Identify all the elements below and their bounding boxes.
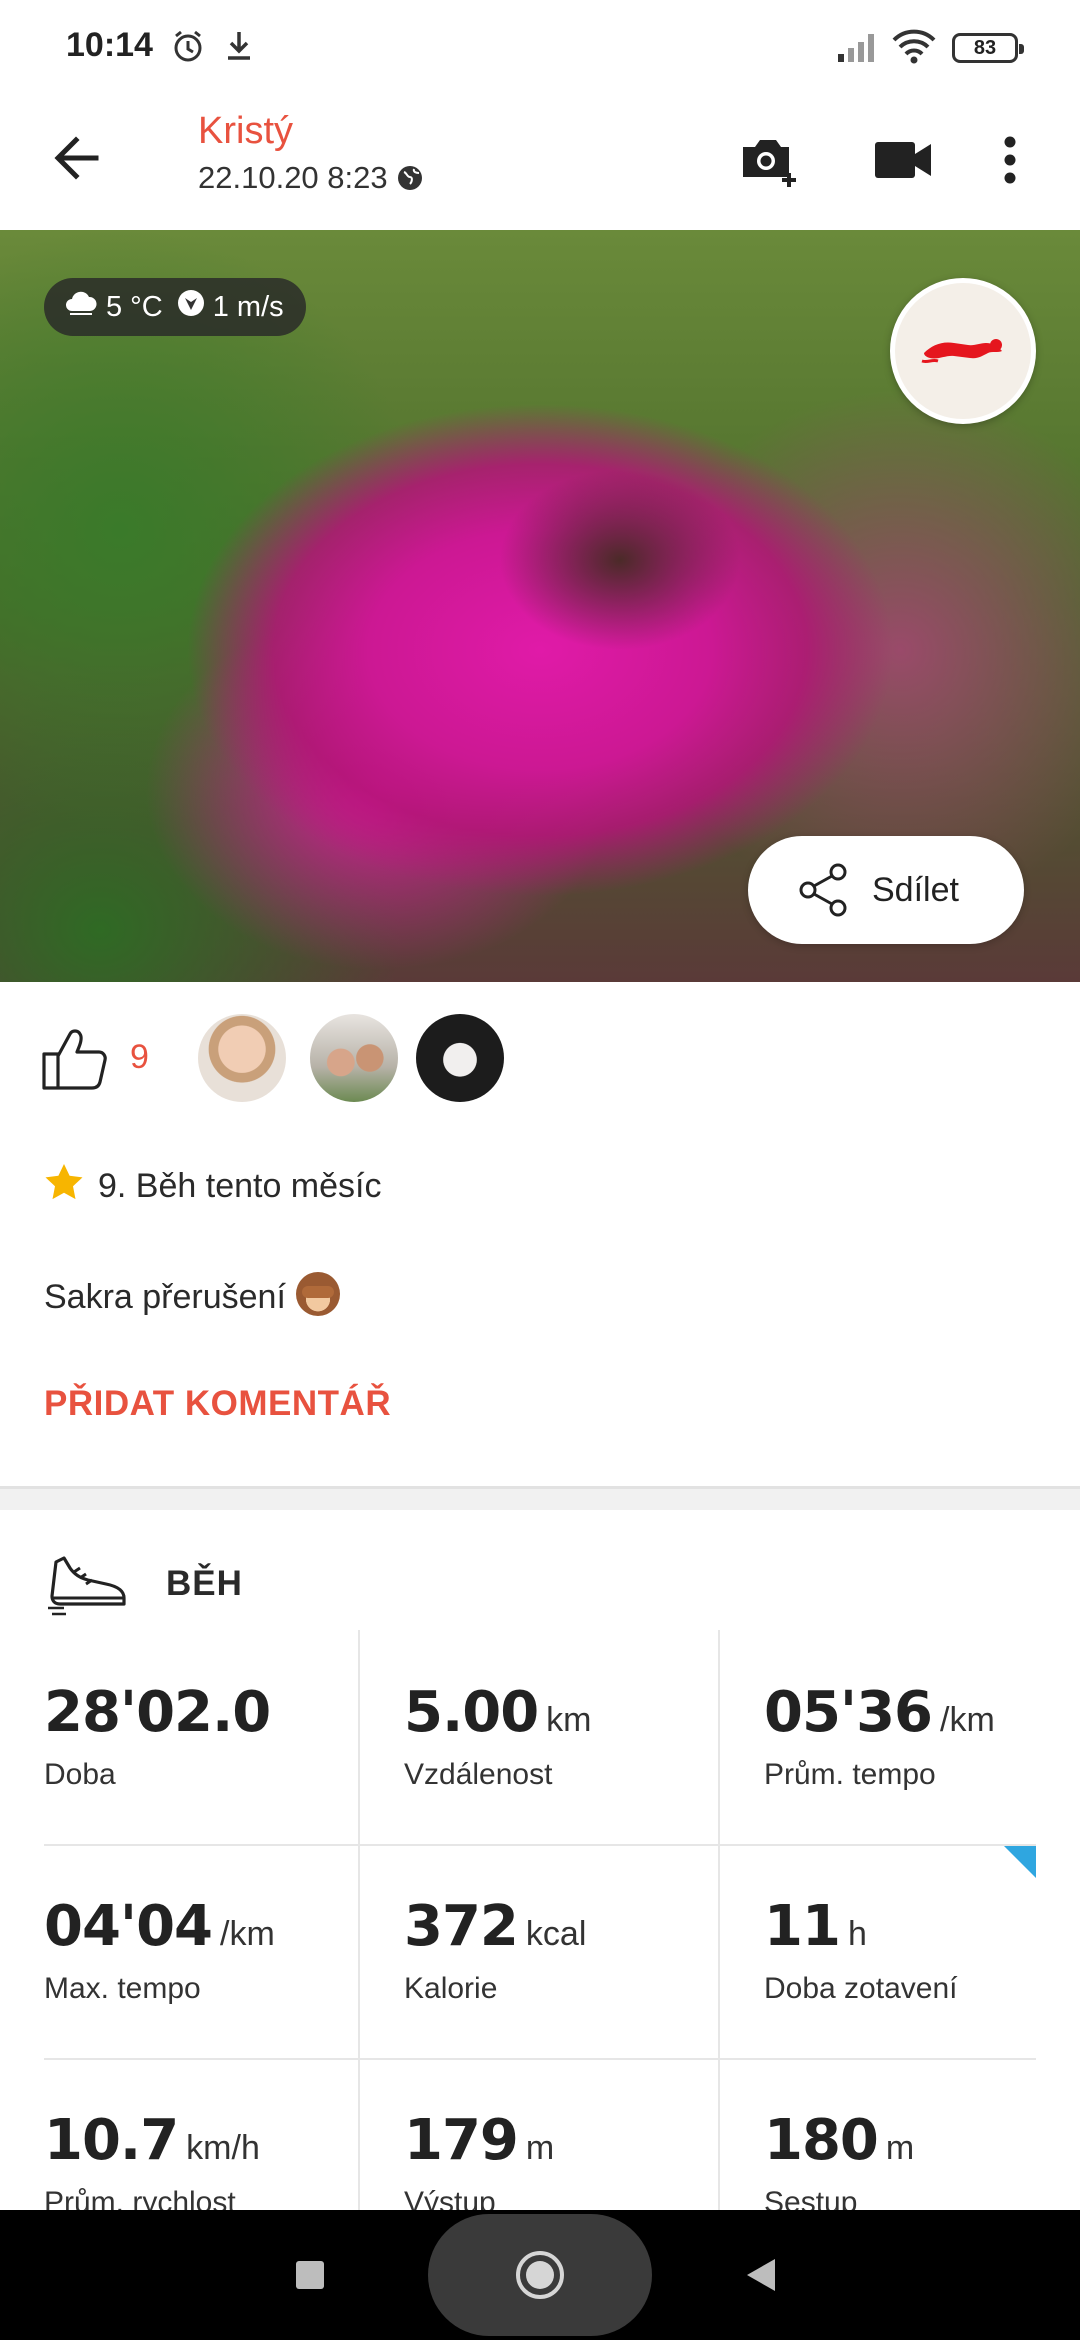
- download-icon: [222, 28, 256, 69]
- running-shoe-icon: [46, 1550, 130, 1625]
- back-arrow-icon[interactable]: [46, 126, 110, 190]
- share-button[interactable]: Sdílet: [748, 836, 1024, 944]
- system-nav-bar: [0, 2210, 1080, 2340]
- stat-label: Doba: [44, 1758, 116, 1791]
- add-comment-button[interactable]: PŘIDAT KOMENTÁŘ: [44, 1384, 391, 1424]
- stat-label: Max. tempo: [44, 1972, 201, 2005]
- add-photo-button[interactable]: [732, 122, 808, 198]
- stat-label: Doba zotavení: [764, 1972, 958, 2005]
- wind-speed: 1 m/s: [212, 290, 284, 323]
- stat-value: 179: [404, 2108, 519, 2173]
- temperature: 5 °C: [106, 290, 163, 323]
- monthly-rank: 9. Běh tento měsíc: [44, 1162, 382, 1211]
- post-date-text: 22.10.20 8:23: [198, 160, 388, 195]
- thumbs-up-icon[interactable]: [40, 1024, 110, 1099]
- cloud-icon: [64, 289, 98, 325]
- stat-label: Prům. tempo: [764, 1758, 936, 1791]
- stat-label: Kalorie: [404, 1972, 498, 2005]
- see-no-evil-monkey-icon: [295, 1272, 340, 1316]
- home-button[interactable]: [500, 2235, 580, 2315]
- stat-value: 04'04: [44, 1894, 213, 1959]
- section-divider: [0, 1486, 1080, 1510]
- sport-badge: [890, 278, 1036, 424]
- stat-value: 180: [764, 2108, 879, 2173]
- user-name[interactable]: Kristý: [198, 110, 293, 153]
- workout-photo[interactable]: 5 °C 1 m/s Sdílet: [0, 230, 1080, 982]
- stat-value: 5.00: [404, 1680, 539, 1745]
- description-text: Sakra přerušení: [44, 1278, 286, 1316]
- swimmer-icon: [921, 339, 1002, 364]
- likes-row: 9: [0, 982, 1080, 1132]
- triangle-back-icon: [747, 2259, 775, 2291]
- post-date: 22.10.20 8:23: [198, 160, 424, 200]
- stat-ascent[interactable]: 179 m Výstup: [360, 2058, 720, 2210]
- stat-unit: km: [546, 1701, 592, 1739]
- square-icon: [296, 2261, 324, 2289]
- workout-header: BĚH: [0, 1510, 1080, 1630]
- stat-calories[interactable]: 372 kcal Kalorie: [360, 1844, 720, 2058]
- app-header: Kristý 22.10.20 8:23: [0, 92, 1080, 230]
- video-camera-icon: [875, 142, 931, 178]
- stat-unit: /km: [940, 1701, 995, 1739]
- stat-unit: km/h: [186, 2129, 260, 2167]
- stat-max-pace[interactable]: 04'04/km Max. tempo: [0, 1844, 360, 2058]
- stats-grid: 28'02.0 Doba 5.00 km Vzdálenost 05'36/km …: [0, 1630, 1080, 2210]
- battery-icon: 83: [952, 33, 1024, 63]
- more-vert-icon: [1004, 136, 1016, 184]
- stat-label: Výstup: [404, 2186, 496, 2210]
- back-button[interactable]: [730, 2245, 790, 2305]
- stat-value: 28'02.0: [44, 1680, 271, 1745]
- more-options-button[interactable]: [980, 122, 1040, 198]
- circle-home-icon: [516, 2251, 564, 2299]
- post-description: Sakra přerušení: [44, 1272, 340, 1317]
- recents-button[interactable]: [280, 2245, 340, 2305]
- status-bar: 10:14 83: [0, 0, 1080, 92]
- avatar[interactable]: [310, 1014, 398, 1102]
- signal-icon: [836, 30, 880, 69]
- weather-chip: 5 °C 1 m/s: [44, 278, 306, 336]
- stat-value: 05'36: [764, 1680, 933, 1745]
- avatar[interactable]: [416, 1014, 504, 1102]
- stat-value: 10.7: [44, 2108, 179, 2173]
- star-icon: [44, 1162, 84, 1211]
- wifi-icon: [890, 26, 938, 71]
- share-label: Sdílet: [872, 870, 959, 909]
- status-time: 10:14: [66, 26, 153, 64]
- stat-label: Vzdálenost: [404, 1758, 553, 1791]
- wind-direction-icon: [177, 289, 205, 325]
- alarm-icon: [170, 28, 206, 69]
- workout-type: BĚH: [166, 1564, 243, 1603]
- stat-value: 11: [764, 1894, 841, 1959]
- avatar[interactable]: [198, 1014, 286, 1102]
- stat-unit: m: [525, 2129, 555, 2167]
- stat-value: 372: [404, 1894, 519, 1959]
- stat-label: Sestup: [764, 2186, 858, 2210]
- stat-label: Prům. rychlost: [44, 2186, 236, 2210]
- stat-avg-pace[interactable]: 05'36/km Prům. tempo: [720, 1630, 1080, 1844]
- rank-text: 9. Běh tento měsíc: [98, 1167, 382, 1205]
- stat-unit: kcal: [525, 1915, 587, 1953]
- like-count[interactable]: 9: [130, 1038, 149, 1077]
- add-photo-icon: [743, 140, 796, 187]
- stat-duration[interactable]: 28'02.0 Doba: [0, 1630, 360, 1844]
- stat-unit: /km: [220, 1915, 275, 1953]
- stat-distance[interactable]: 5.00 km Vzdálenost: [360, 1630, 720, 1844]
- add-video-button[interactable]: [866, 122, 942, 198]
- stat-recovery-time[interactable]: 11 h Doba zotavení: [720, 1844, 1080, 2058]
- stat-unit: h: [847, 1915, 867, 1953]
- stat-avg-speed[interactable]: 10.7 km/h Prům. rychlost: [0, 2058, 360, 2210]
- share-icon: [799, 863, 847, 917]
- globe-icon: [396, 164, 424, 200]
- stat-unit: m: [885, 2129, 915, 2167]
- stat-descent[interactable]: 180 m Sestup: [720, 2058, 1080, 2210]
